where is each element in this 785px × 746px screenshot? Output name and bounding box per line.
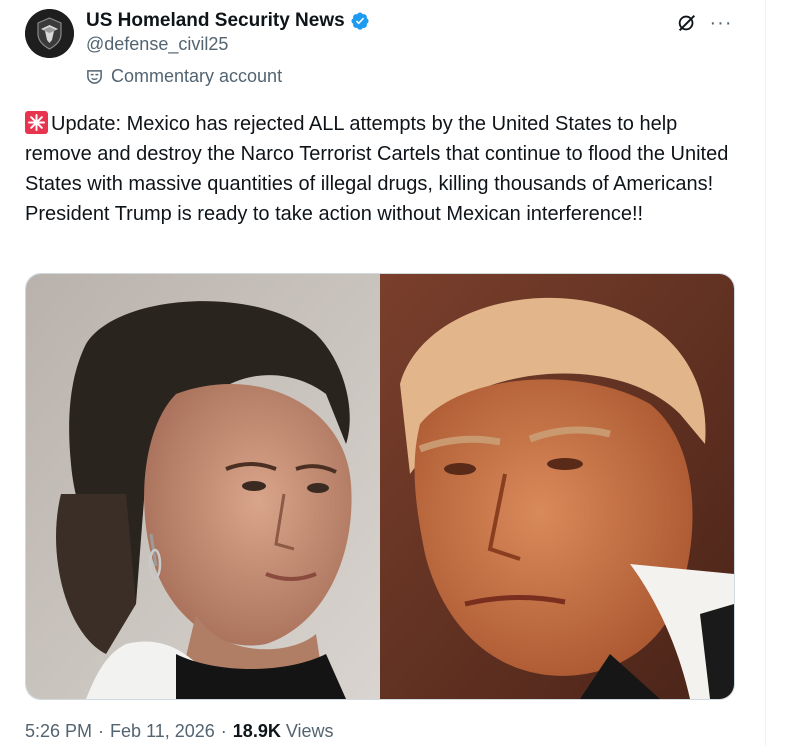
mask-icon	[86, 68, 103, 85]
siren-emoji-icon	[25, 111, 48, 134]
avatar[interactable]	[25, 9, 74, 58]
verified-badge-icon[interactable]	[350, 11, 370, 31]
man-portrait-photo[interactable]	[380, 274, 734, 699]
tweet-date[interactable]: Feb 11, 2026	[110, 721, 215, 742]
tweet-media[interactable]	[25, 273, 735, 700]
shield-eagle-logo	[25, 9, 74, 58]
more-icon[interactable]: ···	[708, 10, 734, 36]
author-display-name[interactable]: US Homeland Security News	[86, 10, 345, 32]
views-count[interactable]: 18.9K	[233, 721, 281, 742]
views-label: Views	[285, 720, 334, 741]
grok-icon[interactable]	[674, 10, 700, 36]
woman-portrait-photo[interactable]	[26, 274, 380, 699]
tweet-time[interactable]: 5:26 PM	[25, 721, 92, 742]
commentary-label-text: Commentary account	[111, 65, 283, 86]
commentary-label[interactable]: Commentary account	[86, 64, 282, 88]
separator-dot: ·	[98, 720, 105, 741]
tweet-body: Update: Mexico has rejected ALL attempts…	[25, 113, 734, 225]
author-name-row: US Homeland Security News	[86, 9, 370, 33]
tweet-meta: 5:26 PM · Feb 11, 2026 · 18.9K Views	[25, 718, 334, 744]
tweet-text: Update: Mexico has rejected ALL attempts…	[25, 109, 745, 229]
separator-dot: ·	[220, 720, 227, 741]
author-handle[interactable]: @defense_civil25	[86, 34, 228, 55]
